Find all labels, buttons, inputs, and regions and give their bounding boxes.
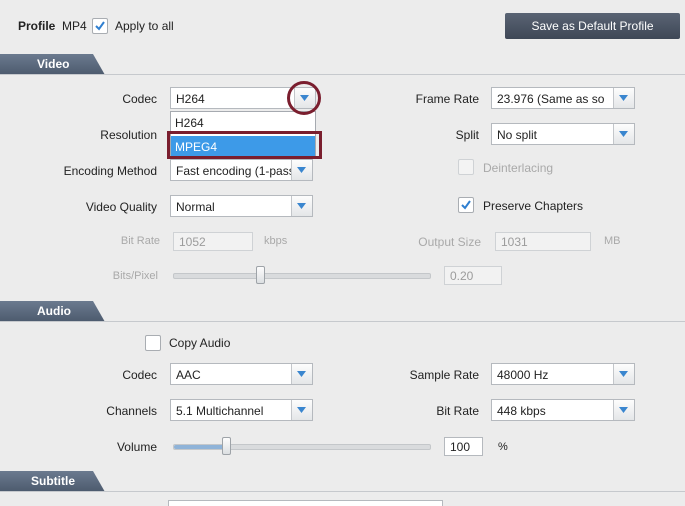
sample-rate-dropdown-button[interactable] <box>613 364 634 384</box>
sample-rate-select[interactable]: 48000 Hz <box>491 363 635 385</box>
bits-per-pixel-slider-track[interactable] <box>173 273 431 279</box>
video-quality-select[interactable]: Normal <box>170 195 313 217</box>
channels-label: Channels <box>106 404 157 418</box>
frame-rate-dropdown-button[interactable] <box>613 88 634 108</box>
encoding-method-label: Encoding Method <box>63 164 157 178</box>
section-divider <box>0 491 685 492</box>
channels-select[interactable]: 5.1 Multichannel <box>170 399 313 421</box>
audio-section-tab[interactable]: Audio <box>0 301 105 322</box>
preserve-chapters-checkbox[interactable] <box>458 197 474 213</box>
bit-rate-input[interactable]: 1052 <box>173 232 253 251</box>
audio-codec-select[interactable]: AAC <box>170 363 313 385</box>
audio-codec-label: Codec <box>122 368 157 382</box>
volume-label: Volume <box>116 440 157 454</box>
chevron-down-icon <box>297 167 306 173</box>
video-codec-label: Codec <box>122 92 157 106</box>
checkmark-icon <box>461 200 471 210</box>
audio-codec-dropdown-button[interactable] <box>291 364 312 384</box>
volume-unit: % <box>498 441 508 453</box>
annotation-highlight-circle <box>287 81 321 115</box>
split-dropdown-button[interactable] <box>613 124 634 144</box>
output-size-label: Output Size <box>418 235 481 249</box>
section-divider <box>0 74 685 75</box>
section-divider <box>0 321 685 322</box>
video-quality-dropdown-button[interactable] <box>291 196 312 216</box>
volume-slider-handle[interactable] <box>222 437 232 455</box>
chevron-down-icon <box>297 407 306 413</box>
subtitle-select[interactable] <box>168 500 443 506</box>
copy-audio-checkbox[interactable] <box>145 335 161 351</box>
chevron-down-icon <box>619 131 628 137</box>
preserve-chapters-label: Preserve Chapters <box>483 199 584 213</box>
bits-per-pixel-slider-handle[interactable] <box>255 266 265 284</box>
bits-per-pixel-label: Bits/Pixel <box>112 270 158 282</box>
profile-format: MP4 <box>62 19 87 33</box>
video-section-header[interactable]: Video <box>0 54 685 75</box>
bit-rate-label: Bit Rate <box>120 235 160 247</box>
audio-bit-rate-label: Bit Rate <box>436 404 479 418</box>
chevron-down-icon <box>619 95 628 101</box>
checkmark-icon <box>95 21 105 31</box>
encoding-method-select[interactable]: Fast encoding (1-pass <box>170 159 313 181</box>
volume-slider-fill <box>174 445 228 449</box>
encoding-method-dropdown-button[interactable] <box>291 160 312 180</box>
video-quality-label: Video Quality <box>85 200 157 214</box>
deinterlacing-label: Deinterlacing <box>483 161 554 175</box>
bits-per-pixel-input[interactable]: 0.20 <box>444 266 502 285</box>
video-section-tab[interactable]: Video <box>0 54 105 75</box>
subtitle-section-tab[interactable]: Subtitle <box>0 471 105 492</box>
output-size-input[interactable]: 1031 <box>495 232 591 251</box>
chevron-down-icon <box>297 371 306 377</box>
save-default-profile-button[interactable]: Save as Default Profile <box>505 13 680 39</box>
chevron-down-icon <box>619 371 628 377</box>
frame-rate-label: Frame Rate <box>415 92 479 106</box>
output-size-unit: MB <box>604 235 621 247</box>
audio-bit-rate-select[interactable]: 448 kbps <box>491 399 635 421</box>
volume-slider-track[interactable] <box>173 444 431 450</box>
apply-to-all-label: Apply to all <box>115 19 174 33</box>
copy-audio-label: Copy Audio <box>169 336 231 350</box>
channels-dropdown-button[interactable] <box>291 400 312 420</box>
audio-section-header[interactable]: Audio <box>0 301 685 322</box>
sample-rate-label: Sample Rate <box>409 368 479 382</box>
bit-rate-unit: kbps <box>264 235 288 247</box>
profile-bar: Profile MP4 Apply to all Save as Default… <box>0 0 685 52</box>
split-label: Split <box>455 128 479 142</box>
chevron-down-icon <box>619 407 628 413</box>
annotation-highlight-box <box>167 131 322 159</box>
subtitle-section-header[interactable]: Subtitle <box>0 471 685 492</box>
split-select[interactable]: No split <box>491 123 635 145</box>
chevron-down-icon <box>297 203 306 209</box>
frame-rate-select[interactable]: 23.976 (Same as so <box>491 87 635 109</box>
resolution-label: Resolution <box>100 128 157 142</box>
audio-bit-rate-dropdown-button[interactable] <box>613 400 634 420</box>
profile-label: Profile <box>18 19 56 33</box>
volume-input[interactable]: 100 <box>444 437 483 456</box>
deinterlacing-checkbox[interactable] <box>458 159 474 175</box>
apply-to-all-checkbox[interactable] <box>92 18 108 34</box>
